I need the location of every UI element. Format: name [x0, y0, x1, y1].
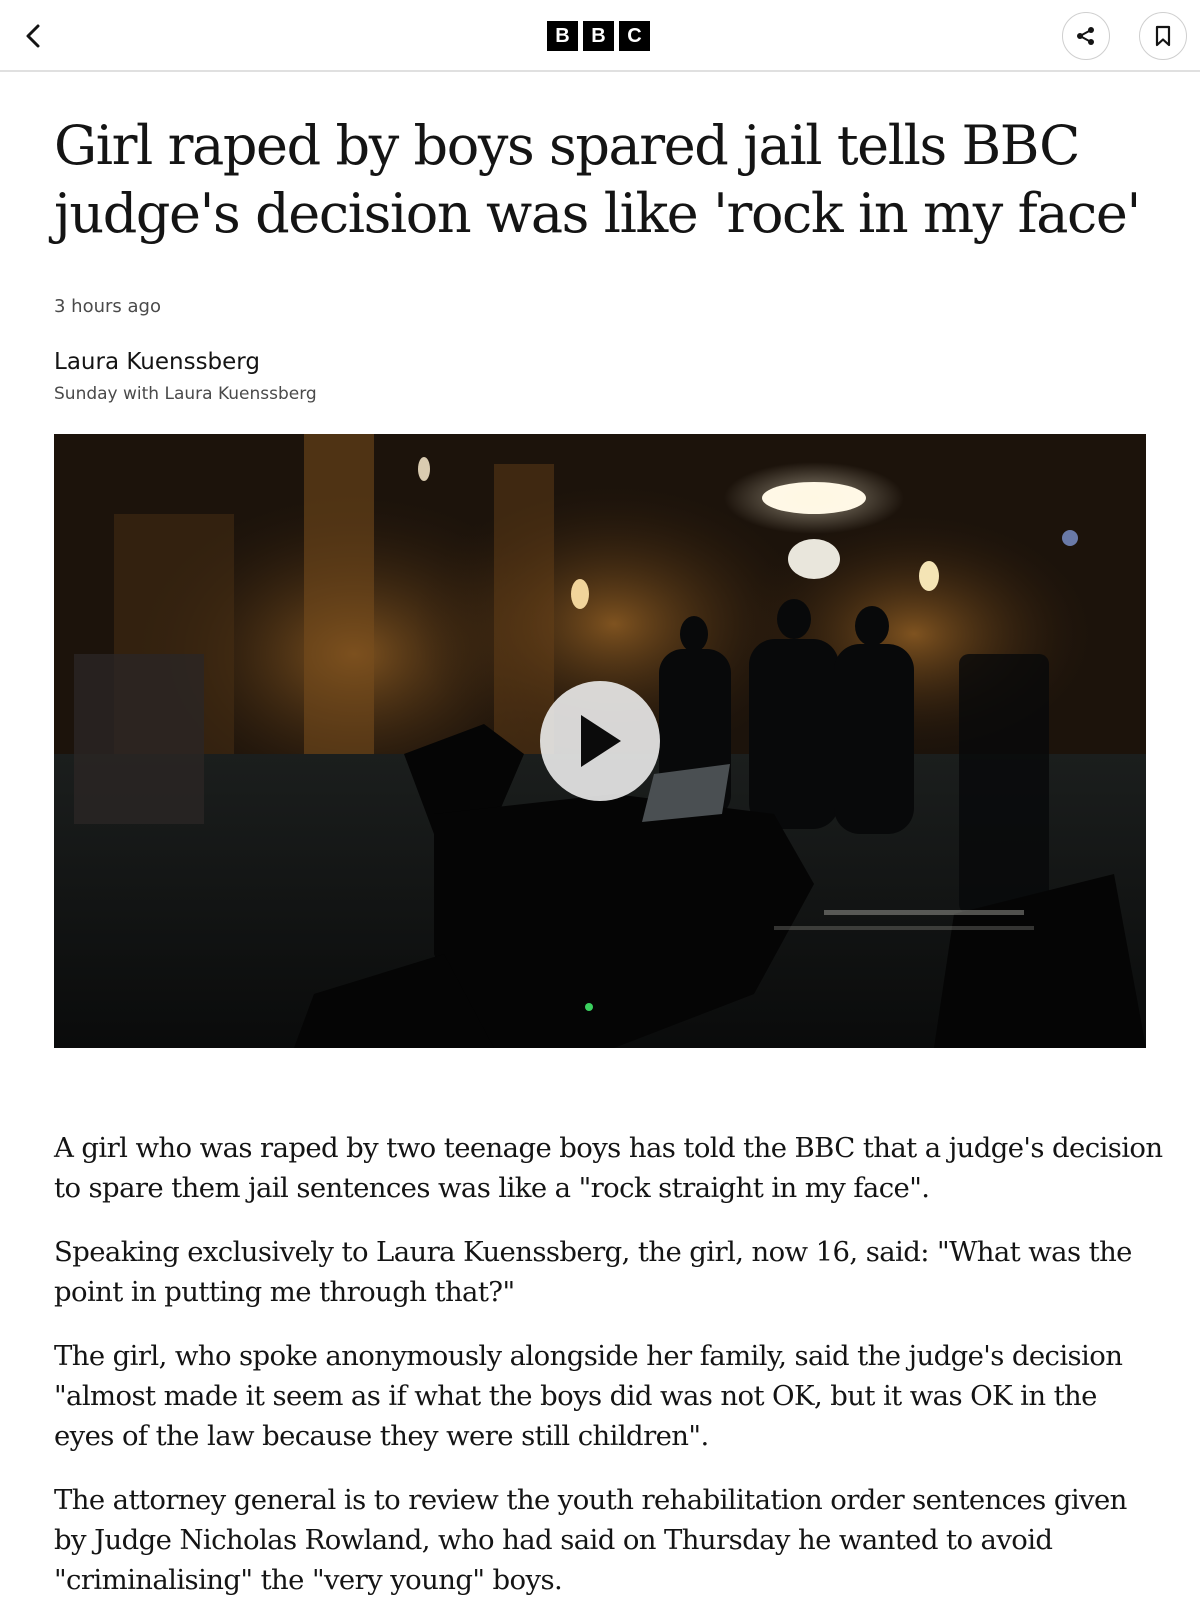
chevron-left-icon [26, 24, 40, 48]
share-button[interactable] [1062, 12, 1110, 60]
logo-letter: C [619, 21, 650, 51]
play-button[interactable] [540, 681, 660, 801]
author-name[interactable]: Laura Kuenssberg [54, 349, 260, 375]
logo-letter: B [583, 21, 614, 51]
bookmark-icon [1155, 25, 1171, 47]
article-paragraph: The attorney general is to review the yo… [54, 1484, 1127, 1596]
share-icon [1077, 27, 1094, 45]
article-timestamp: 3 hours ago [54, 296, 161, 317]
video-player[interactable] [54, 434, 1146, 1048]
bookmark-button[interactable] [1139, 12, 1187, 60]
play-icon [581, 715, 621, 767]
back-button[interactable] [14, 16, 54, 56]
top-navigation-bar: B B C [0, 0, 1200, 72]
article-paragraph: The girl, who spoke anonymously alongsid… [54, 1340, 1123, 1452]
article-paragraph: A girl who was raped by two teenage boys… [54, 1132, 1163, 1204]
logo-letter: B [547, 21, 578, 51]
article-body: A girl who was raped by two teenage boys… [54, 1128, 1164, 1615]
author-programme: Sunday with Laura Kuenssberg [54, 384, 317, 404]
bbc-logo[interactable]: B B C [547, 21, 650, 51]
article-paragraph: Speaking exclusively to Laura Kuenssberg… [54, 1236, 1132, 1308]
article-headline: Girl raped by boys spared jail tells BBC… [54, 114, 1141, 245]
